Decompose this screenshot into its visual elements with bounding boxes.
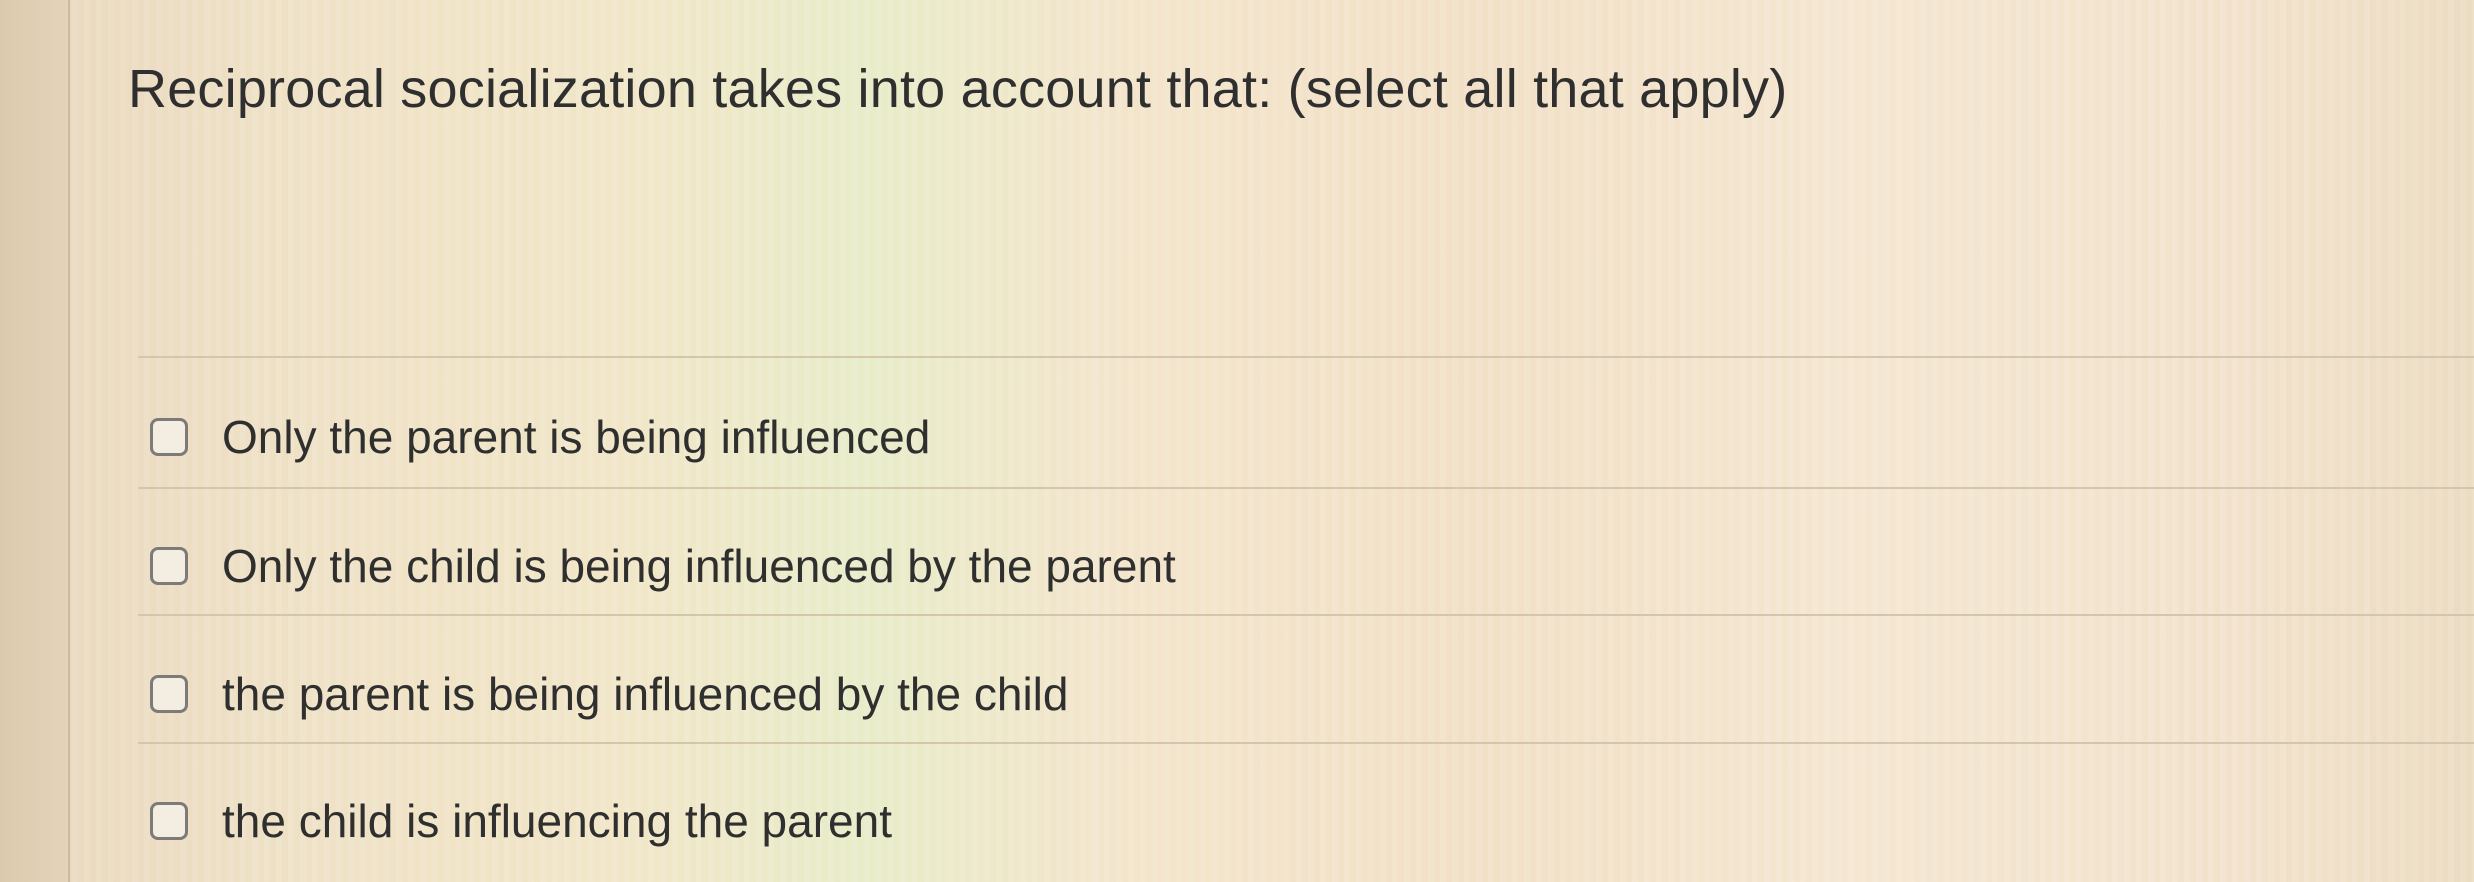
answer-divider [138, 487, 2474, 489]
answer-label: Only the parent is being influenced [222, 411, 931, 463]
answer-label: the child is influencing the parent [222, 795, 892, 847]
answer-checkbox[interactable] [150, 675, 188, 713]
answer-checkbox[interactable] [150, 802, 188, 840]
answer-option[interactable]: the child is influencing the parent [150, 788, 892, 854]
answer-option[interactable]: Only the parent is being influenced [150, 404, 930, 470]
answer-divider [138, 614, 2474, 616]
answer-label: the parent is being influenced by the ch… [222, 668, 1069, 720]
answer-divider [138, 742, 2474, 744]
answer-label: Only the child is being influenced by th… [222, 540, 1176, 592]
answer-checkbox[interactable] [150, 547, 188, 585]
answer-checkbox[interactable] [150, 418, 188, 456]
answer-option[interactable]: the parent is being influenced by the ch… [150, 661, 1068, 727]
answer-list: Only the parent is being influenced Only… [0, 0, 2474, 882]
answer-option[interactable]: Only the child is being influenced by th… [150, 533, 1176, 599]
